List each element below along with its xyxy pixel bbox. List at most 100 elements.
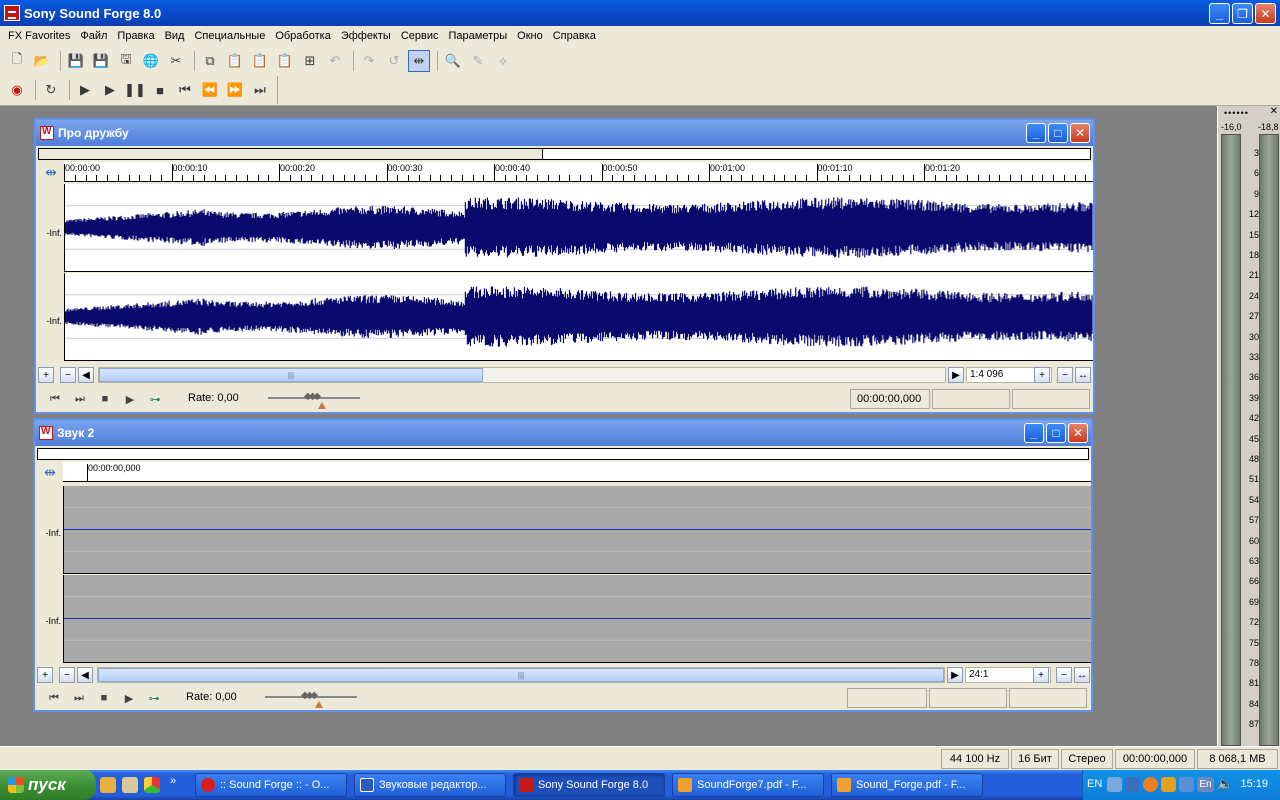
ruler-edit-icon[interactable]: ⇹	[37, 462, 63, 482]
tray-bf-icon[interactable]	[1161, 777, 1176, 792]
zoom-out-button[interactable]: −	[1056, 667, 1072, 683]
go-to-start-icon[interactable]: ⏮	[43, 688, 65, 708]
zoom-in-vertical-button[interactable]: +	[38, 367, 54, 383]
menu-fx-favorites[interactable]: FX Favorites	[3, 28, 75, 44]
restore-button[interactable]: ❐	[1232, 3, 1253, 24]
go-to-end-icon[interactable]: ⏭	[249, 79, 271, 101]
taskbar-item-opera[interactable]: :: Sound Forge :: - O...	[195, 773, 347, 797]
show-desktop-icon[interactable]	[100, 777, 116, 793]
undo-icon[interactable]: ↶	[324, 50, 346, 72]
data-window-pro-druzhbu[interactable]: Про дружбу _ □ ✕ ⇹ 00:00:0000:00:1000:00…	[34, 118, 1095, 414]
tray-app-icon[interactable]	[1143, 777, 1158, 792]
zoom-in-button[interactable]: +	[1033, 667, 1049, 683]
window-maximize-button[interactable]: □	[1048, 123, 1068, 143]
taskbar-item-sound-forge[interactable]: Sony Sound Forge 8.0	[513, 773, 665, 797]
waveform-channel-right[interactable]	[64, 273, 1093, 361]
overview-bar[interactable]	[37, 448, 1089, 460]
time-ruler[interactable]: 00:00:00 00:00:10 00:00:20 00:00:30 00:00:40…	[63, 162, 1093, 182]
status-bit-depth[interactable]: 16 Бит	[1011, 749, 1059, 769]
menu-view[interactable]: Вид	[160, 28, 190, 44]
record-icon[interactable]: ◉	[6, 79, 28, 101]
quick-launch-more-icon[interactable]: »	[170, 775, 176, 787]
save-as-icon[interactable]: 💾	[90, 50, 112, 72]
menu-window[interactable]: Окно	[512, 28, 548, 44]
envelope-tool-icon[interactable]: ⟡	[492, 50, 514, 72]
scroll-thumb[interactable]: |||	[99, 368, 483, 382]
redo-icon[interactable]: ↷	[358, 50, 380, 72]
zoom-in-button[interactable]: +	[1034, 367, 1050, 383]
mix-icon[interactable]: 📋	[249, 50, 271, 72]
play-all-icon[interactable]: ▶	[74, 79, 96, 101]
ruler-edit-icon[interactable]: ⇹	[38, 162, 64, 182]
stop-icon[interactable]: ■	[149, 79, 171, 101]
zoom-in-vertical-button[interactable]: +	[37, 667, 53, 683]
forward-icon[interactable]: ⏩	[224, 79, 246, 101]
minimize-button[interactable]: _	[1209, 3, 1230, 24]
menu-help[interactable]: Справка	[548, 28, 601, 44]
time-ruler[interactable]: 00:00:00,000	[63, 462, 1091, 482]
window-titlebar[interactable]: Звук 2 _ □ ✕	[35, 420, 1091, 446]
stop-icon[interactable]: ■	[94, 389, 116, 409]
go-to-end-icon[interactable]: ⏭	[69, 389, 91, 409]
window-minimize-button[interactable]: _	[1024, 423, 1044, 443]
tray-monitor-icon[interactable]	[1179, 777, 1194, 792]
status-sample-rate[interactable]: 44 100 Hz	[941, 749, 1009, 769]
scroll-track[interactable]: |||	[97, 667, 945, 683]
meters-close-icon[interactable]: ✕	[1270, 106, 1278, 117]
sound-forge-app-icon[interactable]	[4, 5, 20, 21]
quick-launch-icon[interactable]	[122, 777, 138, 793]
trim-icon[interactable]: ⊞	[299, 50, 321, 72]
menu-effects[interactable]: Эффекты	[336, 28, 396, 44]
scroll-track[interactable]: |||	[98, 367, 946, 383]
play-as-sample-icon[interactable]: ⊶	[144, 389, 166, 409]
menu-options[interactable]: Параметры	[444, 28, 513, 44]
menu-file[interactable]: Файл	[75, 28, 112, 44]
zoom-out-button[interactable]: −	[1057, 367, 1073, 383]
pause-icon[interactable]: ❚❚	[124, 79, 146, 101]
tray-back-icon[interactable]	[1107, 777, 1122, 792]
play-as-sample-icon[interactable]: ⊶	[143, 688, 165, 708]
go-to-end-icon[interactable]: ⏭	[68, 688, 90, 708]
meters-grip[interactable]: ••••••	[1224, 108, 1249, 118]
scroll-thumb[interactable]: |||	[98, 668, 944, 682]
scroll-right-button[interactable]: ▶	[947, 667, 963, 683]
save-all-icon[interactable]: 🖫	[115, 50, 137, 72]
waveform-channel-right[interactable]	[63, 575, 1091, 663]
waveform-channel-left[interactable]	[63, 486, 1091, 574]
pencil-tool-icon[interactable]: ✎	[467, 50, 489, 72]
magnify-tool-icon[interactable]: 🔍	[442, 50, 464, 72]
edit-tool-icon[interactable]: ⇹	[408, 50, 430, 72]
go-to-start-icon[interactable]: ⏮	[174, 79, 196, 101]
menu-process[interactable]: Обработка	[270, 28, 335, 44]
paste-special-icon[interactable]: 📋	[274, 50, 296, 72]
data-window-zvuk-2[interactable]: Звук 2 _ □ ✕ ⇹ 00:00:00,000 -Inf. -Inf. …	[33, 418, 1093, 712]
zoom-fit-button[interactable]: ↔	[1075, 367, 1091, 383]
tray-input-lang-icon[interactable]: En	[1197, 777, 1214, 792]
playback-rate-slider[interactable]: ◆◆◆	[268, 388, 360, 409]
copy-icon[interactable]: ⧉	[199, 50, 221, 72]
waveform-channel-left[interactable]	[64, 184, 1093, 272]
window-titlebar[interactable]: Про дружбу _ □ ✕	[36, 120, 1093, 146]
taskbar-item-word[interactable]: Звуковые редактор...	[354, 773, 506, 797]
repeat-icon[interactable]: ↺	[383, 50, 405, 72]
new-file-icon[interactable]: 🗋	[6, 50, 28, 72]
playback-rate-slider[interactable]: ◆◆◆	[265, 687, 357, 708]
close-button[interactable]: ✕	[1255, 3, 1276, 24]
zoom-fit-button[interactable]: ↔	[1074, 667, 1090, 683]
overview-selection[interactable]	[39, 149, 544, 159]
start-button[interactable]: пуск	[0, 770, 96, 800]
save-icon[interactable]: 💾	[65, 50, 87, 72]
tray-network-icon[interactable]	[1125, 777, 1140, 792]
overview-bar[interactable]	[38, 148, 1091, 160]
rewind-icon[interactable]: ⏪	[199, 79, 221, 101]
web-globe-icon[interactable]: 🌐	[140, 50, 162, 72]
scroll-right-button[interactable]: ▶	[948, 367, 964, 383]
zoom-out-vertical-button[interactable]: −	[60, 367, 76, 383]
taskbar-item-pdf-1[interactable]: SoundForge7.pdf - F...	[672, 773, 824, 797]
scroll-left-button[interactable]: ◀	[77, 667, 93, 683]
paste-icon[interactable]: 📋	[224, 50, 246, 72]
stop-icon[interactable]: ■	[93, 688, 115, 708]
taskbar-item-pdf-2[interactable]: Sound_Forge.pdf - F...	[831, 773, 983, 797]
volume-icon[interactable]: 🔈	[1217, 777, 1233, 792]
play-icon[interactable]: ▶	[119, 389, 141, 409]
